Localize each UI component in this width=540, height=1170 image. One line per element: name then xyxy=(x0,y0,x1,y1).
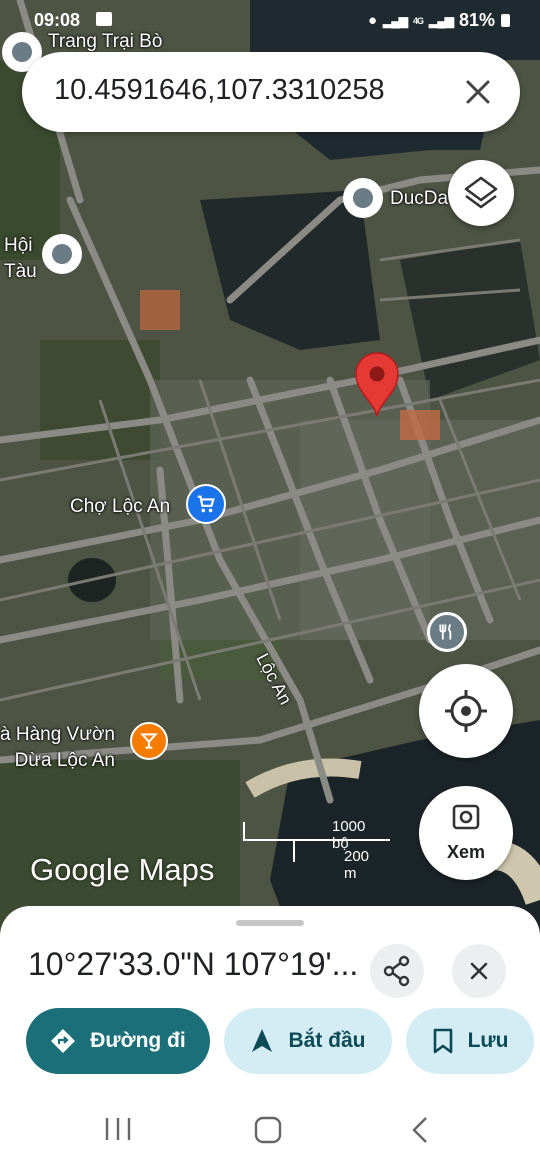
view-button-label: Xem xyxy=(446,842,486,862)
place-pin-icon[interactable] xyxy=(343,178,383,218)
directions-label: Đường đi xyxy=(90,1029,186,1052)
back-icon[interactable] xyxy=(410,1116,430,1144)
place-label-hoi-tau[interactable]: Hội Tàu xyxy=(4,233,37,285)
network-type: 4G xyxy=(412,15,424,26)
share-icon xyxy=(383,955,410,987)
navigation-arrow-icon xyxy=(252,1029,273,1052)
signal-icon: ▂▄▆ xyxy=(383,13,408,28)
shopping-cart-icon[interactable] xyxy=(186,484,226,524)
search-query[interactable]: 10.4591646,107.3310258 xyxy=(54,74,385,107)
restaurant-icon[interactable] xyxy=(427,612,467,652)
bookmark-icon xyxy=(433,1028,452,1054)
crosshair-icon xyxy=(445,690,487,732)
recent-apps-icon[interactable] xyxy=(104,1116,132,1142)
system-nav-bar xyxy=(0,1086,540,1170)
layers-icon xyxy=(464,176,498,209)
share-button[interactable] xyxy=(370,944,424,998)
location-status-icon: ● xyxy=(367,12,378,29)
home-icon[interactable] xyxy=(254,1116,282,1144)
save-button[interactable]: Lưu xyxy=(406,1008,534,1074)
scale-metric: 200 m xyxy=(344,848,370,882)
place-label-cho-loc-an[interactable]: Chợ Lộc An xyxy=(70,496,170,518)
place-label-ducda[interactable]: DucDa xyxy=(390,188,448,210)
directions-icon xyxy=(51,1029,76,1053)
sheet-drag-handle[interactable] xyxy=(236,920,304,926)
gallery-notification-icon xyxy=(96,12,112,26)
status-time: 09:08 xyxy=(34,10,81,30)
start-label: Bắt đầu xyxy=(288,1029,366,1052)
cocktail-icon[interactable] xyxy=(130,722,168,760)
close-icon xyxy=(470,962,488,980)
place-pin-icon[interactable] xyxy=(42,234,82,274)
save-label: Lưu xyxy=(467,1029,509,1052)
status-bar: 09:08 ● ▂▄▆ 4G ▂▄▆ 81% xyxy=(0,0,540,40)
signal-icon-2: ▂▄▆ xyxy=(429,13,454,28)
scale-imperial: 1000 bộ xyxy=(332,818,366,852)
camera-search-icon xyxy=(452,804,480,830)
location-pin-icon[interactable] xyxy=(354,352,400,418)
close-icon[interactable] xyxy=(460,74,496,110)
view-button[interactable]: Xem xyxy=(419,786,513,880)
coordinates-title: 10°27'33.0"N 107°19'... xyxy=(28,946,359,982)
battery-icon xyxy=(501,14,510,27)
google-maps-logo: Google Maps xyxy=(30,852,215,887)
my-location-button[interactable] xyxy=(419,664,513,758)
close-sheet-button[interactable] xyxy=(452,944,506,998)
search-bar[interactable]: 10.4591646,107.3310258 xyxy=(22,52,520,132)
battery-percent: 81% xyxy=(458,10,495,30)
layers-button[interactable] xyxy=(448,160,514,226)
start-button[interactable]: Bắt đầu xyxy=(224,1008,392,1074)
directions-button[interactable]: Đường đi xyxy=(26,1008,210,1074)
place-label-nha-hang[interactable]: à Hàng Vườn Dừa Lộc An xyxy=(0,722,115,774)
